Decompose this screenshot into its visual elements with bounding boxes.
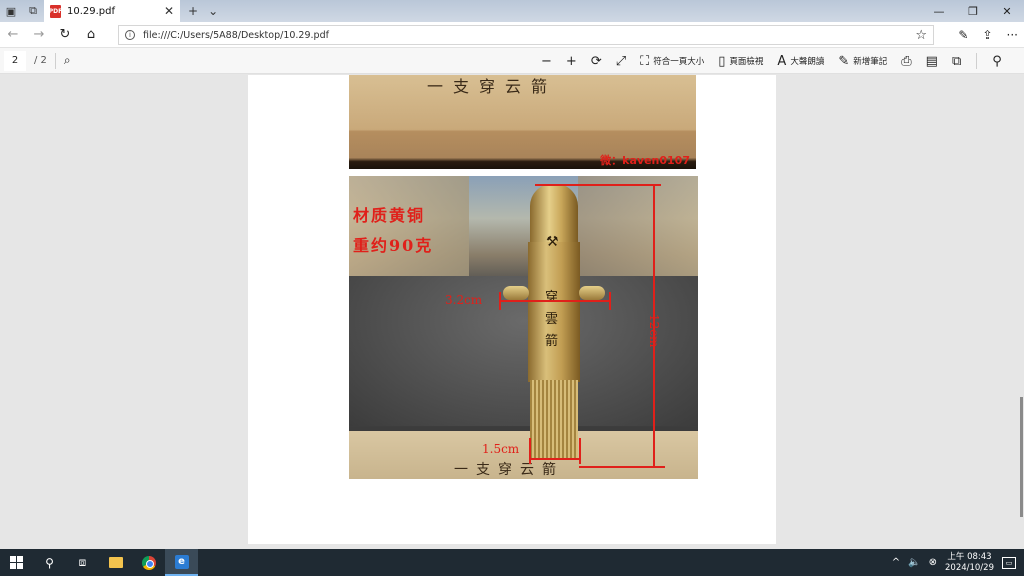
add-notes-label: 新增筆記 xyxy=(853,57,888,67)
zoom-in-button[interactable]: + xyxy=(559,48,584,74)
crossed-axes-icon: ⚒ xyxy=(546,234,559,250)
pen-notes-icon[interactable]: ✎ xyxy=(958,28,968,42)
box-text-bottom: 一支穿云箭 xyxy=(454,462,564,478)
watermark-text: 微：kaven0107 xyxy=(600,154,690,167)
print-button[interactable]: ⎙ xyxy=(894,48,918,74)
pdf-page: 一支穿云箭 微：kaven0107 一支穿云箭 ⚒ 穿 雲 箭 材质黄铜 重约9… xyxy=(248,75,776,544)
save-icon: ▤ xyxy=(925,53,938,69)
tab-dropdown-icon[interactable]: ⌄ xyxy=(208,4,218,18)
height-dimension-line xyxy=(653,184,655,466)
base-tick-right xyxy=(579,438,581,464)
fit-page-button[interactable]: ⛶ 符合一頁大小 xyxy=(633,48,711,74)
minimize-button[interactable]: — xyxy=(922,0,956,22)
fit-page-icon: ⛶ xyxy=(640,53,650,69)
close-tab-icon[interactable]: ✕ xyxy=(164,4,174,18)
pin-toolbar-button[interactable]: ⚲ xyxy=(985,48,1009,74)
rotate-button[interactable]: ⟳ xyxy=(584,48,609,74)
set-aside-tabs-icon[interactable]: ⧉ xyxy=(22,0,44,22)
zoom-out-button[interactable]: − xyxy=(534,48,559,74)
product-photo-top: 一支穿云箭 微：kaven0107 xyxy=(349,75,696,169)
taskbar: ⚲ ⧈ e ^ 🔈 ⊗ 上午 08:43 2024/10/29 ▭ xyxy=(0,549,1024,576)
read-aloud-icon: A xyxy=(777,53,787,69)
width-dimension-label: 3.2cm xyxy=(445,293,483,307)
toolbar-divider xyxy=(54,52,56,69)
add-notes-button[interactable]: ✎ 新增筆記 xyxy=(831,48,894,74)
save-as-button[interactable]: ⧉ xyxy=(945,48,968,74)
info-icon[interactable]: i xyxy=(125,30,135,40)
print-icon: ⎙ xyxy=(901,53,912,69)
url-text[interactable]: file:///C:/Users/5A88/Desktop/10.29.pdf xyxy=(143,30,329,41)
read-aloud-button[interactable]: A 大聲朗讀 xyxy=(770,48,831,74)
height-tick-bottom xyxy=(579,466,665,468)
new-tab-button[interactable]: + xyxy=(188,4,198,18)
width-tick-right xyxy=(609,292,611,310)
share-icon[interactable]: ⇪ xyxy=(982,28,992,42)
tab-title: 10.29.pdf xyxy=(67,5,116,17)
tube-char-1: 穿 xyxy=(545,290,559,305)
page-view-button[interactable]: ▯ 頁面檢視 xyxy=(711,48,770,74)
material-label: 材质黄铜 xyxy=(353,206,426,225)
tab-actions-icon[interactable]: ▣ xyxy=(0,0,22,22)
search-taskbar-icon[interactable]: ⚲ xyxy=(33,549,66,576)
weight-label: 重约90克 xyxy=(353,236,434,255)
width-tick-left xyxy=(499,292,501,310)
page-number-input[interactable]: 2 xyxy=(4,50,26,71)
side-knob-left xyxy=(503,286,529,300)
side-knob-right xyxy=(579,286,605,300)
tube-char-3: 箭 xyxy=(545,334,559,349)
close-window-button[interactable]: ✕ xyxy=(990,0,1024,22)
notification-icon[interactable]: ▭ xyxy=(1002,556,1016,569)
clock-time: 上午 08:43 xyxy=(947,551,992,562)
home-button[interactable]: ⌂ xyxy=(78,22,104,48)
tab-pdf[interactable]: PDF 10.29.pdf ✕ xyxy=(44,0,180,22)
page-view-icon: ▯ xyxy=(718,53,726,69)
box-text: 一支穿云箭 xyxy=(427,77,558,96)
search-icon[interactable]: ⌕ xyxy=(64,53,71,68)
fit-page-label: 符合一頁大小 xyxy=(653,57,705,67)
more-menu-icon[interactable]: ··· xyxy=(1007,28,1018,42)
pdf-file-icon: PDF xyxy=(49,4,62,18)
forward-button[interactable]: → xyxy=(26,22,52,48)
add-notes-icon: ✎ xyxy=(838,53,850,69)
tube-char-2: 雲 xyxy=(545,312,559,327)
start-button[interactable] xyxy=(0,549,33,576)
title-bar: ▣ ⧉ PDF 10.29.pdf ✕ + ⌄ — ❐ ✕ xyxy=(0,0,1024,22)
back-button[interactable]: ← xyxy=(0,22,26,48)
height-tick-top xyxy=(535,184,661,186)
save-button[interactable]: ▤ xyxy=(919,48,945,74)
edge-icon[interactable]: e xyxy=(165,549,198,576)
task-view-icon[interactable]: ⧈ xyxy=(66,549,99,576)
page-total: / 2 xyxy=(34,55,47,66)
windows-logo-icon xyxy=(10,556,23,569)
base-tick-left xyxy=(529,438,531,464)
address-bar: ← → ↻ ⌂ i file:///C:/Users/5A88/Desktop/… xyxy=(0,22,1024,48)
fullscreen-button[interactable]: ⤢ xyxy=(609,48,633,74)
brass-tube-grip xyxy=(530,380,578,460)
tray-overflow-icon[interactable]: ^ xyxy=(892,557,900,568)
vertical-scrollbar[interactable] xyxy=(1020,397,1023,517)
page-view-label: 頁面檢視 xyxy=(729,57,764,67)
chrome-icon[interactable] xyxy=(132,549,165,576)
width-dimension-line xyxy=(499,300,611,302)
input-method-icon[interactable]: ⊗ xyxy=(929,557,937,568)
pin-icon: ⚲ xyxy=(992,53,1002,69)
file-explorer-icon[interactable] xyxy=(99,549,132,576)
photo-background-right xyxy=(578,176,698,276)
read-aloud-label: 大聲朗讀 xyxy=(790,57,825,67)
base-dimension-line xyxy=(529,458,581,460)
refresh-button[interactable]: ↻ xyxy=(52,22,78,48)
restore-button[interactable]: ❐ xyxy=(956,0,990,22)
photo-background-left xyxy=(349,176,469,276)
system-clock[interactable]: 上午 08:43 2024/10/29 xyxy=(945,552,994,574)
toolbar-divider xyxy=(976,53,978,69)
clock-date: 2024/10/29 xyxy=(945,562,994,573)
favorite-star-icon[interactable]: ☆ xyxy=(915,28,927,43)
base-dimension-label: 1.5cm xyxy=(482,442,520,456)
url-field[interactable]: i file:///C:/Users/5A88/Desktop/10.29.pd… xyxy=(118,25,934,45)
pdf-toolbar: 2 / 2 ⌕ − + ⟳ ⤢ ⛶ 符合一頁大小 ▯ 頁面檢視 A 大聲朗讀 ✎ 新增筆… xyxy=(0,48,1024,74)
save-as-icon: ⧉ xyxy=(951,53,962,69)
volume-icon[interactable]: 🔈 xyxy=(908,557,920,568)
pdf-viewer[interactable]: 一支穿云箭 微：kaven0107 一支穿云箭 ⚒ 穿 雲 箭 材质黄铜 重约9… xyxy=(0,75,1024,549)
product-photo-main: 一支穿云箭 ⚒ 穿 雲 箭 材质黄铜 重约90克 3.2cm 12cm 1.5c… xyxy=(349,176,698,479)
